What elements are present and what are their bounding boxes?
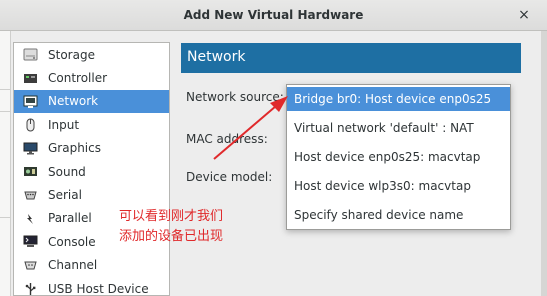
add-hardware-dialog: Add New Virtual Hardware × Storage Contr… bbox=[0, 0, 547, 296]
annotation-line: 添加的设备已出现 bbox=[119, 229, 224, 244]
annotation-arrow bbox=[213, 96, 288, 160]
annotation-text: 可以看到刚才我们 添加的设备已出现 bbox=[119, 207, 223, 247]
annotation-line: 可以看到刚才我们 bbox=[119, 209, 224, 224]
